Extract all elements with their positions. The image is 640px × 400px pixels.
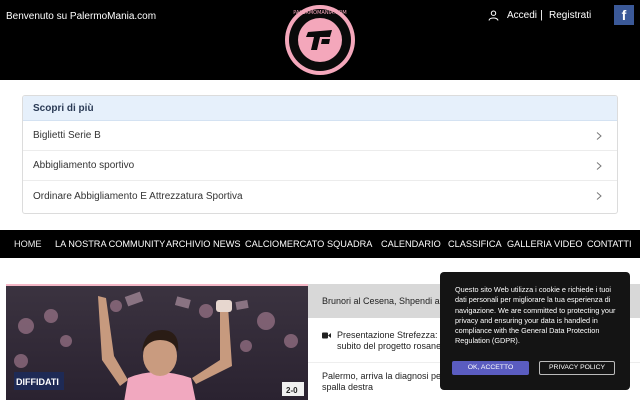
- accept-cookies-button[interactable]: OK, ACCETTO: [452, 361, 529, 375]
- chevron-right-icon: [596, 161, 602, 170]
- nav-archivio-news[interactable]: ARCHIVIO NEWS: [166, 239, 241, 249]
- nav-classifica[interactable]: CLASSIFICA: [448, 239, 502, 249]
- register-label: Registrati: [549, 10, 592, 21]
- nav-squadra[interactable]: SQUADRA: [327, 239, 372, 249]
- nav-calendario[interactable]: CALENDARIO: [381, 239, 441, 249]
- nav-contatti[interactable]: CONTATTI: [587, 239, 632, 249]
- login-label: Accedi: [507, 10, 538, 21]
- hero-score-text: 2-0: [286, 386, 298, 395]
- welcome-text: Benvenuto su PalermoMania.com: [6, 11, 157, 22]
- hero-banner-text: DIFFIDATI: [16, 377, 59, 387]
- login-link[interactable]: Accedi: [488, 10, 537, 21]
- main-nav: HOME LA NOSTRA COMMUNITY ARCHIVIO NEWS C…: [0, 230, 640, 258]
- discover-title: Scopri di più: [23, 96, 617, 121]
- palermomania-logo[interactable]: PALERMOMANIA.COM: [284, 4, 356, 76]
- nav-calciomercato[interactable]: CALCIOMERCATO: [245, 239, 324, 249]
- discover-item-abbigliamento[interactable]: Abbigliamento sportivo: [23, 151, 617, 181]
- nav-galleria-video[interactable]: GALLERIA VIDEO: [507, 239, 583, 249]
- svg-text:PALERMOMANIA.COM: PALERMOMANIA.COM: [293, 10, 346, 16]
- cookie-consent-banner: Questo sito Web utilizza i cookie e rich…: [440, 272, 630, 390]
- auth-separator: |: [540, 9, 543, 21]
- chevron-right-icon: [596, 131, 602, 140]
- player-photo: DIFFIDATI 2-0: [6, 286, 308, 400]
- video-camera-icon: [322, 332, 331, 339]
- discover-item-ordinare[interactable]: Ordinare Abbigliamento E Attrezzatura Sp…: [23, 181, 617, 211]
- facebook-icon[interactable]: f: [614, 5, 634, 25]
- privacy-policy-button[interactable]: PRIVACY POLICY: [539, 361, 615, 375]
- hero-news-photo[interactable]: DIFFIDATI 2-0: [6, 284, 308, 400]
- discover-item-biglietti[interactable]: Biglietti Serie B: [23, 121, 617, 151]
- user-icon: [488, 10, 499, 21]
- site-header: Benvenuto su PalermoMania.com PALERMOMAN…: [0, 0, 640, 80]
- nav-home[interactable]: HOME: [14, 239, 42, 249]
- cookie-text: Questo sito Web utilizza i cookie e rich…: [455, 285, 616, 346]
- register-link[interactable]: Registrati: [549, 10, 591, 21]
- nav-community[interactable]: LA NOSTRA COMMUNITY: [55, 239, 165, 249]
- discover-more-box: Scopri di più Biglietti Serie B Abbiglia…: [22, 95, 618, 214]
- chevron-right-icon: [596, 192, 602, 200]
